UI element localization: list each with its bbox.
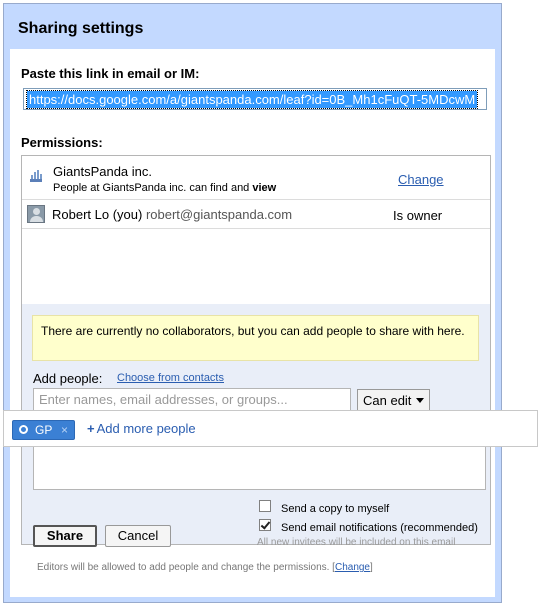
sharing-settings-dialog: Sharing settings Paste this link in emai… [3, 3, 502, 603]
share-link-value[interactable]: https://docs.google.com/a/giantspanda.co… [25, 90, 479, 109]
send-copy-checkbox[interactable] [259, 500, 271, 512]
editors-note: Editors will be allowed to add people an… [37, 562, 373, 573]
send-notifications-label: Send email notifications (recommended) [281, 522, 478, 534]
building-icon [30, 170, 42, 182]
no-collaborators-notice: There are currently no collaborators, bu… [32, 315, 479, 361]
send-notifications-checkbox[interactable] [259, 519, 271, 531]
domain-description: People at GiantsPanda inc. can find and … [53, 182, 276, 194]
recipient-chips-bar: GP × + Add more people [3, 410, 538, 447]
domain-name: GiantsPanda inc. [53, 164, 153, 179]
domain-access-level: view [252, 182, 277, 194]
change-editor-permissions-link[interactable]: Change [335, 562, 370, 573]
permission-row-domain: GiantsPanda inc. People at GiantsPanda i… [22, 156, 490, 200]
permissions-label: Permissions: [21, 135, 103, 150]
dialog-title-bar[interactable]: Sharing settings [4, 4, 501, 48]
add-people-input[interactable]: Enter names, email addresses, or groups.… [33, 388, 351, 412]
add-more-people-label: Add more people [96, 421, 196, 436]
link-label: Paste this link in email or IM: [21, 66, 200, 81]
choose-from-contacts-link[interactable]: Choose from contacts [117, 372, 224, 384]
owner-email: robert@giantspanda.com [145, 207, 293, 222]
owner-name: Robert Lo (you) [52, 207, 143, 222]
share-link-field[interactable]: https://docs.google.com/a/giantspanda.co… [23, 88, 487, 110]
recipient-chip-label: GP [35, 423, 53, 437]
domain-description-text: People at GiantsPanda inc. can find and [53, 182, 253, 194]
dialog-title: Sharing settings [18, 20, 144, 37]
chevron-down-icon [416, 398, 424, 403]
avatar-icon [27, 205, 45, 223]
close-icon[interactable]: × [61, 423, 68, 437]
add-more-people-link[interactable]: + Add more people [87, 421, 196, 436]
message-textarea[interactable] [33, 438, 486, 490]
cancel-button[interactable]: Cancel [105, 525, 171, 547]
editors-note-bracket: ] [370, 562, 373, 573]
permission-level-dropdown[interactable]: Can edit [357, 389, 430, 411]
notifications-hint: All new invitees will be included on thi… [257, 537, 456, 548]
permission-row-owner: Robert Lo (you) robert@giantspanda.com I… [22, 200, 490, 229]
owner-info: Robert Lo (you) robert@giantspanda.com [52, 207, 292, 222]
share-button[interactable]: Share [33, 525, 97, 547]
add-people-label: Add people: [33, 371, 103, 386]
group-icon [19, 425, 28, 434]
permissions-list: GiantsPanda inc. People at GiantsPanda i… [21, 155, 491, 545]
dialog-content: Paste this link in email or IM: https://… [10, 49, 495, 597]
plus-icon: + [87, 421, 95, 436]
send-copy-label: Send a copy to myself [281, 503, 390, 515]
recipient-chip[interactable]: GP × [12, 420, 75, 440]
change-domain-access-link[interactable]: Change [398, 172, 444, 187]
editors-note-text: Editors will be allowed to add people an… [37, 562, 335, 573]
owner-role: Is owner [393, 208, 443, 223]
permission-level-value: Can edit [363, 393, 412, 408]
